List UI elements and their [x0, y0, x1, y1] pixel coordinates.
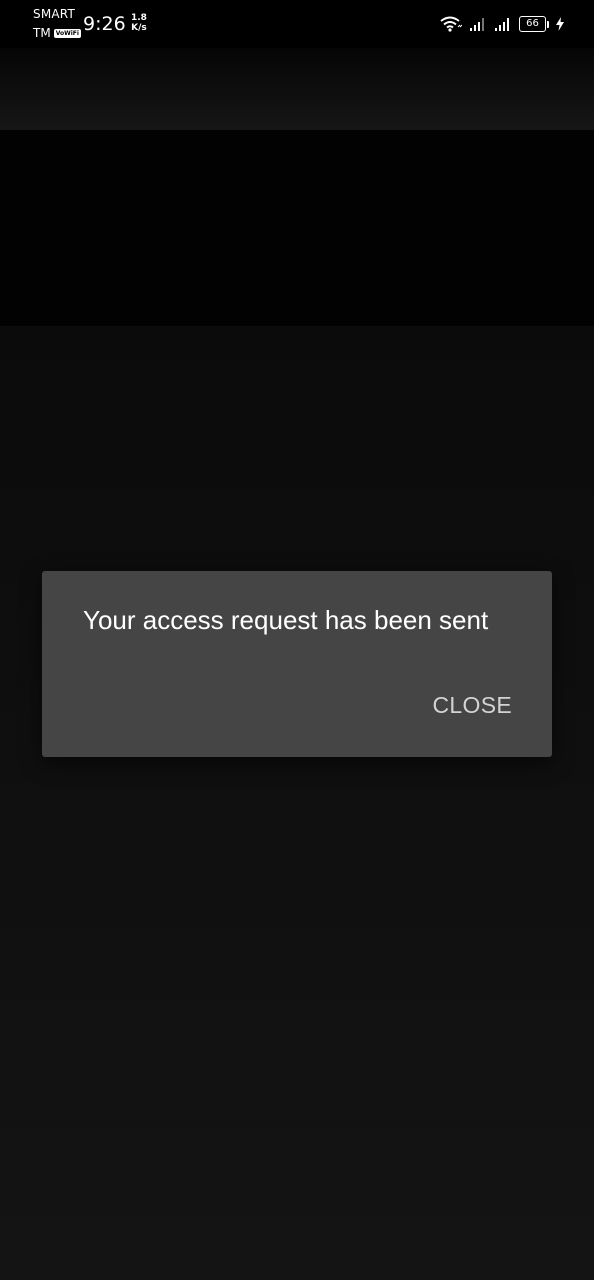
carrier-name: SMART — [33, 7, 75, 21]
status-icons: 66 — [440, 14, 564, 34]
carrier-name-line2: TM VoWiFi — [33, 26, 81, 40]
signal-icon — [469, 16, 487, 32]
clock: 9:26 — [83, 13, 126, 35]
screen: SMART TM VoWiFi 9:26 1.8 K/s 66 Your acc… — [0, 0, 594, 1280]
battery-icon: 66 — [519, 16, 549, 32]
signal-icon — [494, 16, 512, 32]
network-speed-unit: K/s — [131, 23, 147, 33]
app-bar — [0, 48, 594, 130]
wifi-icon — [440, 16, 462, 32]
network-speed: 1.8 K/s — [131, 13, 147, 33]
carrier-info: SMART TM VoWiFi — [33, 7, 81, 40]
battery-level: 66 — [519, 16, 546, 32]
header-area — [0, 130, 594, 326]
content-area — [0, 326, 594, 1280]
dialog-message: Your access request has been sent — [83, 605, 489, 635]
charging-icon — [556, 17, 564, 31]
battery-tip — [547, 20, 549, 28]
close-button[interactable]: CLOSE — [423, 685, 522, 725]
access-request-dialog: Your access request has been sent CLOSE — [42, 571, 552, 757]
status-bar: SMART TM VoWiFi 9:26 1.8 K/s 66 — [0, 0, 594, 48]
vowifi-badge: VoWiFi — [53, 28, 81, 38]
network-speed-value: 1.8 — [131, 13, 147, 23]
carrier-suffix: TM — [33, 26, 51, 40]
